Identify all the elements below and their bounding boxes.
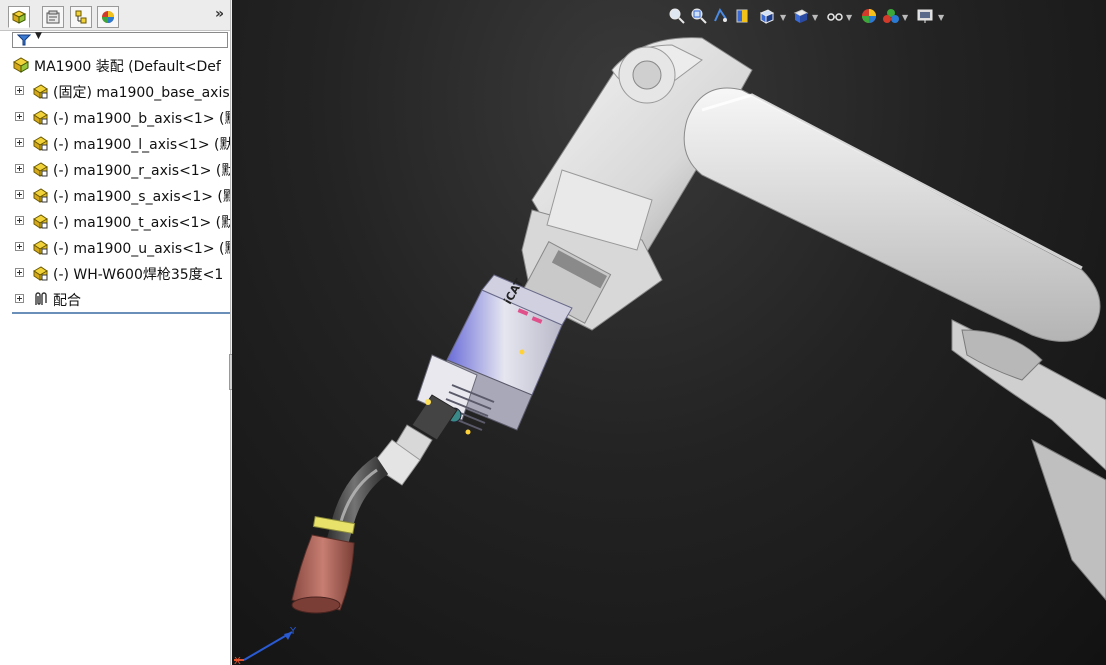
dropdown-caret-icon[interactable]: ▼ xyxy=(902,13,908,22)
panel-tab-bar: » xyxy=(0,0,230,31)
expand-toggle[interactable] xyxy=(15,190,24,199)
tree-item-b-axis[interactable]: (-) ma1900_b_axis<1> (默 xyxy=(0,104,230,130)
view-settings-icon[interactable] xyxy=(916,7,934,25)
expand-toggle[interactable] xyxy=(15,268,24,277)
apply-scene-icon[interactable] xyxy=(882,7,900,25)
triad-y-axis-line xyxy=(243,631,293,661)
part-component-icon xyxy=(33,214,48,229)
triad-x-label: X xyxy=(234,656,241,665)
part-component-icon xyxy=(33,266,48,281)
tree-root-assembly[interactable]: MA1900 装配 (Default<Def xyxy=(0,52,230,78)
tree-item-label: (-) ma1900_s_axis<1> (默 xyxy=(53,189,231,205)
tree-item-label: (固定) ma1900_base_axis xyxy=(53,85,230,101)
tree-root-label: MA1900 装配 (Default<Def xyxy=(34,59,221,75)
welding-torch-mount[interactable]: iCAT xyxy=(411,274,573,441)
reference-triad: Y X xyxy=(234,626,297,665)
triad-y-label: Y xyxy=(289,626,297,637)
tree-item-label: (-) ma1900_r_axis<1> (默 xyxy=(53,163,231,179)
tree-item-label: (-) ma1900_u_axis<1> (默 xyxy=(53,241,231,257)
tree-item-label: (-) ma1900_b_axis<1> (默 xyxy=(53,111,231,127)
edit-appearance-icon[interactable] xyxy=(860,7,878,25)
robot-scene: iCAT xyxy=(291,37,1106,614)
view-orientation-icon[interactable] xyxy=(758,7,776,25)
part-component-icon xyxy=(33,84,48,99)
tree-item-r-axis[interactable]: (-) ma1900_r_axis<1> (默 xyxy=(0,156,230,182)
previous-view-icon[interactable] xyxy=(712,7,730,25)
tree-item-l-axis[interactable]: (-) ma1900_l_axis<1> (默 xyxy=(0,130,230,156)
zoom-to-fit-icon[interactable] xyxy=(668,7,686,25)
configuration-icon xyxy=(75,10,87,24)
hide-show-items-icon[interactable] xyxy=(826,7,844,25)
assembly-tree-icon xyxy=(11,10,27,24)
expand-toggle[interactable] xyxy=(15,112,24,121)
part-component-icon xyxy=(33,110,48,125)
featuremanager-tab[interactable] xyxy=(8,6,30,28)
propertymanager-tab[interactable] xyxy=(42,6,64,28)
tree-item-s-axis[interactable]: (-) ma1900_s_axis<1> (默 xyxy=(0,182,230,208)
expand-panel-icon[interactable]: » xyxy=(215,6,224,22)
assembly-icon xyxy=(12,57,30,73)
expand-toggle[interactable] xyxy=(15,216,24,225)
configurationmanager-tab[interactable] xyxy=(70,6,92,28)
part-component-icon xyxy=(33,240,48,255)
filter-icon xyxy=(17,34,31,46)
welding-torch-nozzle[interactable] xyxy=(291,534,355,614)
tree-item-welding-torch[interactable]: (-) WH-W600焊枪35度<1 xyxy=(0,260,230,286)
tree-item-label: (-) ma1900_t_axis<1> (默 xyxy=(53,215,231,231)
dropdown-caret-icon[interactable]: ▼ xyxy=(812,13,818,22)
part-component-icon xyxy=(33,162,48,177)
mates-paperclip-icon xyxy=(35,292,47,305)
feature-manager-panel: » ▼ MA1900 装配 (Default<Def (固定) ma1900_b… xyxy=(0,0,231,665)
expand-toggle[interactable] xyxy=(15,164,24,173)
appearance-sphere-icon xyxy=(102,11,114,23)
expand-toggle[interactable] xyxy=(15,138,24,147)
tree-item-label: (-) ma1900_l_axis<1> (默 xyxy=(53,137,231,153)
expand-toggle[interactable] xyxy=(15,86,24,95)
tree-item-mates[interactable]: 配合 xyxy=(0,286,230,312)
tree-item-label: 配合 xyxy=(53,293,81,309)
section-view-icon[interactable] xyxy=(734,7,752,25)
part-component-icon xyxy=(33,188,48,203)
zoom-to-area-icon[interactable] xyxy=(690,7,708,25)
display-manager-tab[interactable] xyxy=(97,6,119,28)
tree-item-t-axis[interactable]: (-) ma1900_t_axis<1> (默 xyxy=(0,208,230,234)
dropdown-caret-icon[interactable]: ▼ xyxy=(846,13,852,22)
tree-item-label: (-) WH-W600焊枪35度<1 xyxy=(53,267,224,283)
dropdown-caret-icon[interactable]: ▼ xyxy=(780,13,786,22)
display-style-icon[interactable] xyxy=(792,7,810,25)
graphics-viewport[interactable]: iCAT ▼ ▼ ▼ ▼ ▼ Y X xyxy=(232,0,1106,665)
tree-item-u-axis[interactable]: (-) ma1900_u_axis<1> (默 xyxy=(0,234,230,260)
tree-item-base-axis[interactable]: (固定) ma1900_base_axis xyxy=(0,78,230,104)
dropdown-caret-icon[interactable]: ▼ xyxy=(938,13,944,22)
filter-dropdown-icon[interactable]: ▼ xyxy=(35,31,42,41)
expand-toggle[interactable] xyxy=(15,242,24,251)
part-component-icon xyxy=(33,136,48,151)
tree-bottom-divider xyxy=(12,312,230,314)
property-sheet-icon xyxy=(46,10,60,24)
tree-filter-field[interactable]: ▼ xyxy=(12,31,228,48)
robot-forearm[interactable] xyxy=(683,87,1106,601)
feature-tree: MA1900 装配 (Default<Def (固定) ma1900_base_… xyxy=(0,52,230,312)
expand-toggle[interactable] xyxy=(15,294,24,303)
